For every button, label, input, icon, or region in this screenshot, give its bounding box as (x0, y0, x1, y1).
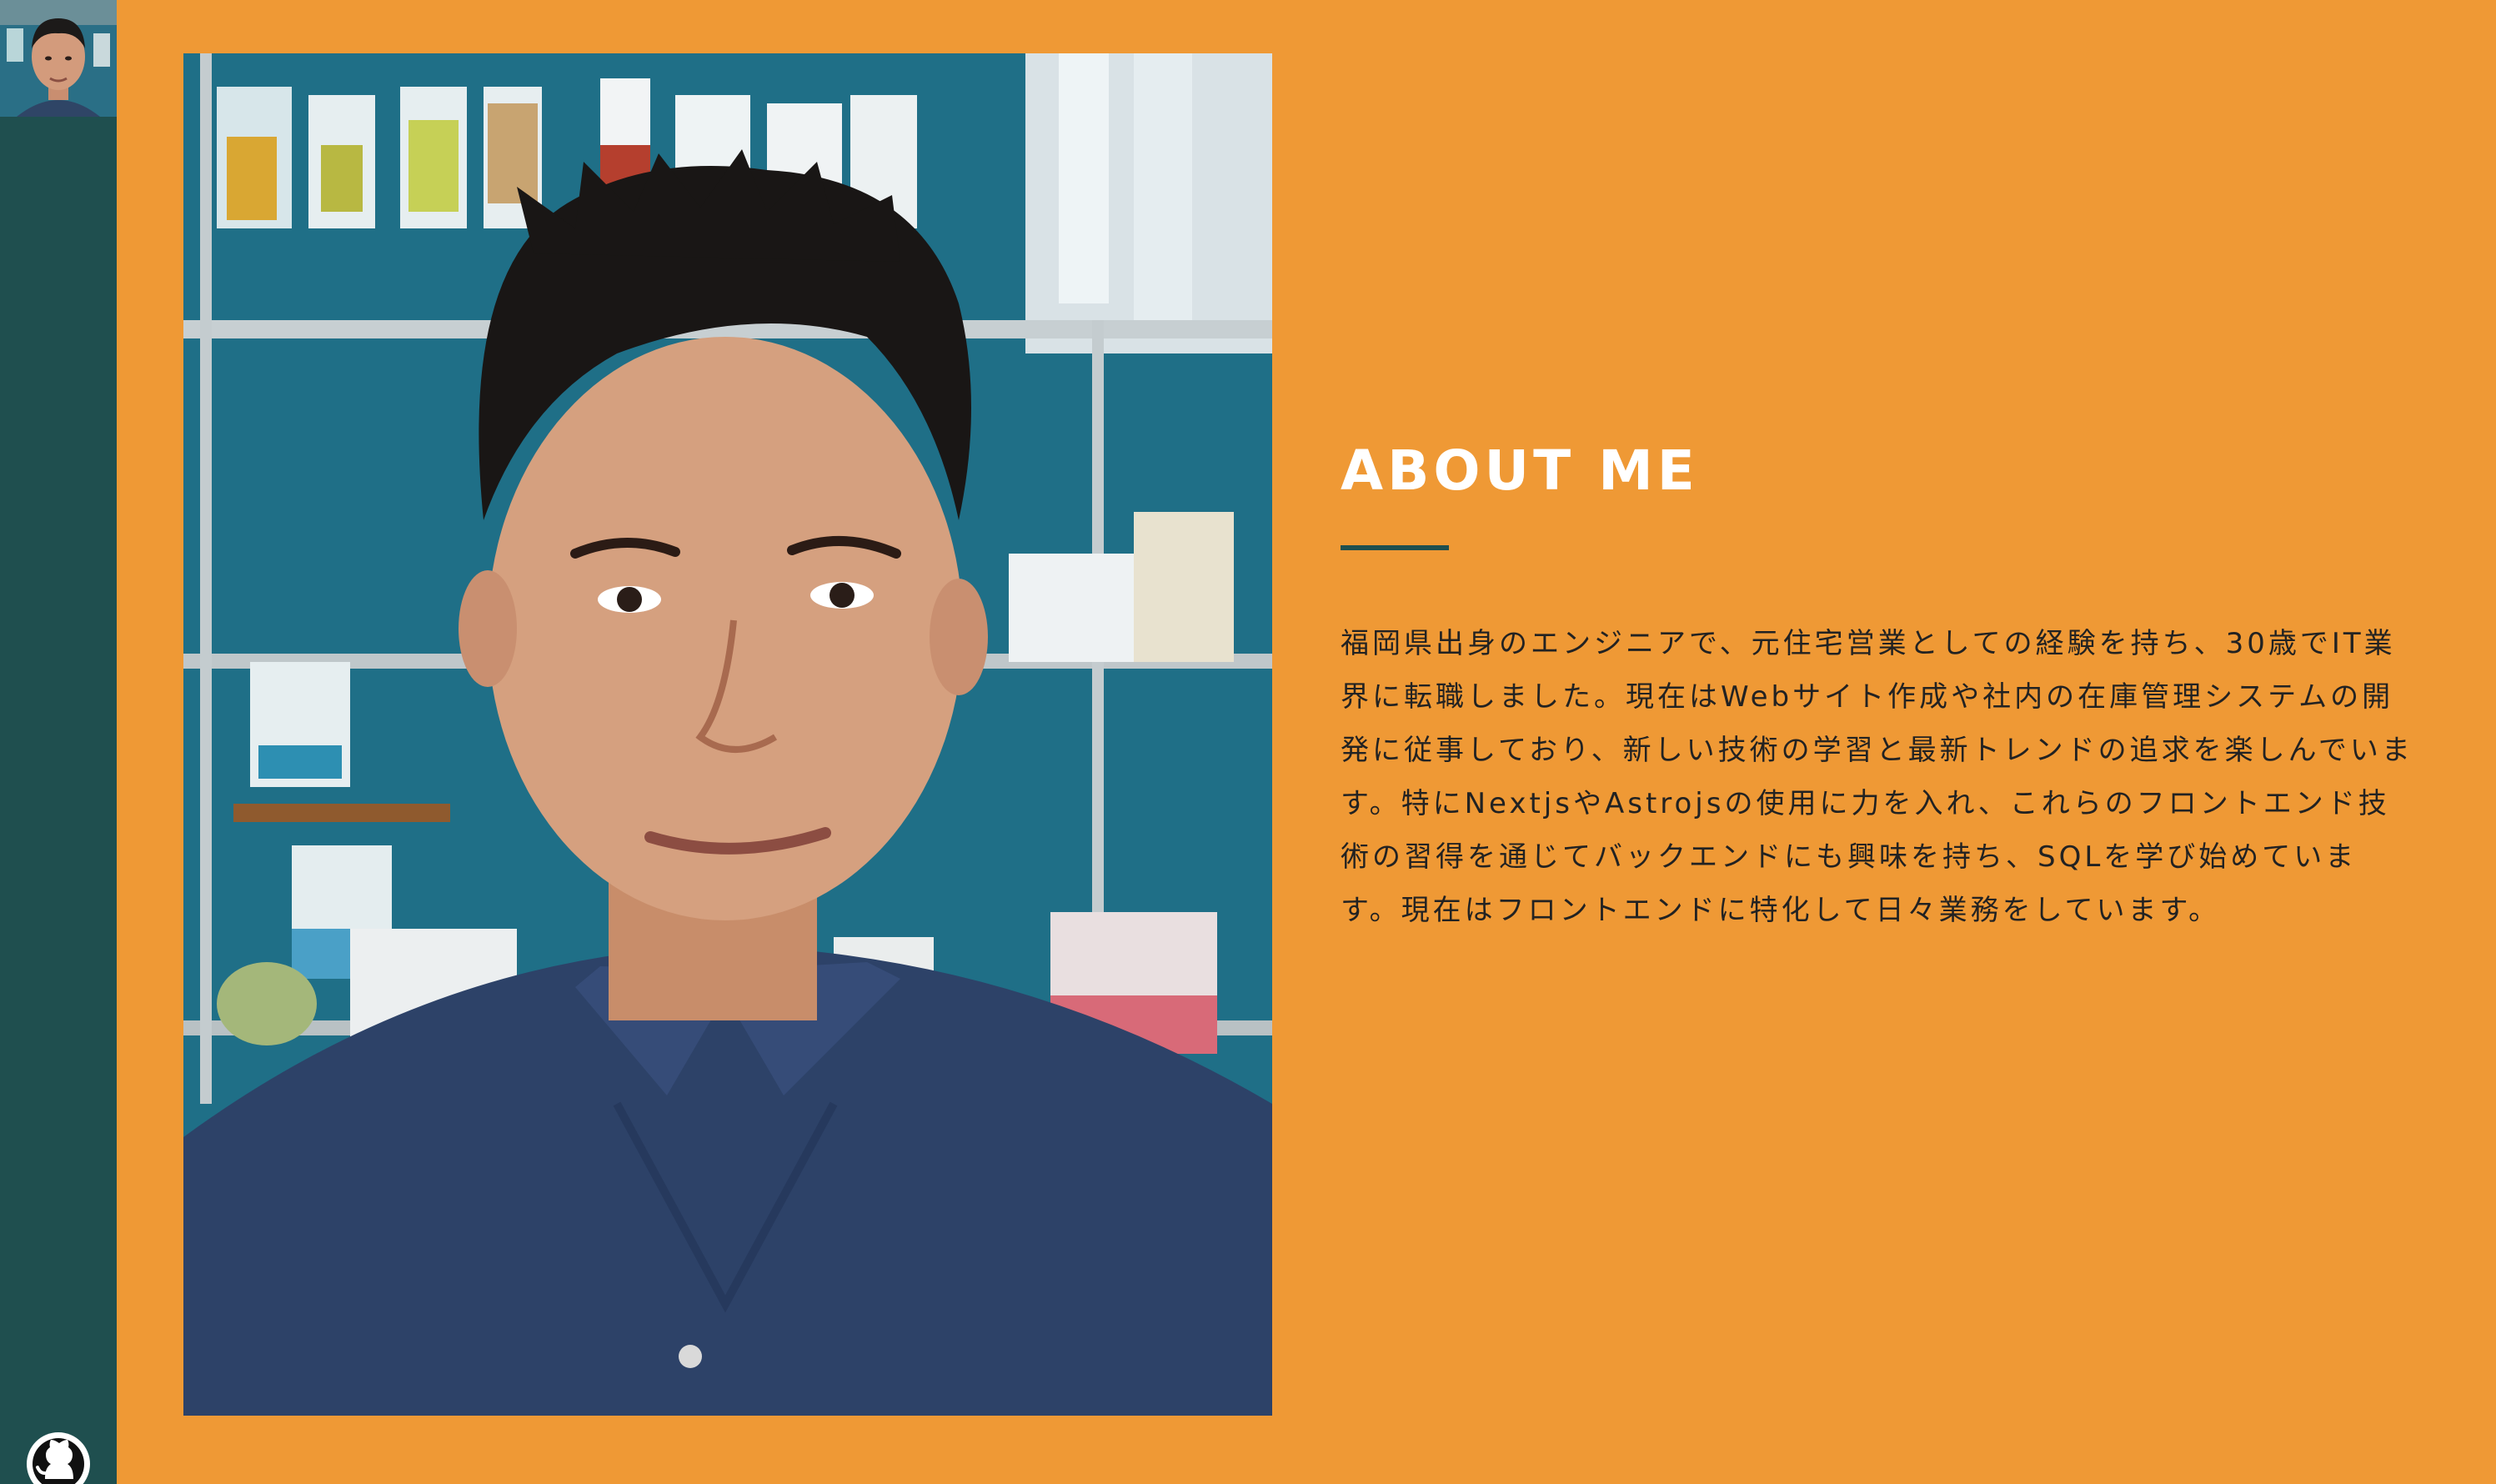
about-title: ABOUT ME (1341, 439, 1699, 503)
github-icon (27, 1432, 90, 1484)
about-content: ABOUT ME 福岡県出身のエンジニアで、元住宅営業としての経験を持ち、30歳… (1341, 434, 2416, 937)
profile-photo-image (183, 53, 1272, 1416)
profile-photo (183, 53, 1272, 1416)
about-description: 福岡県出身のエンジニアで、元住宅営業としての経験を持ち、30歳でIT業界に転職し… (1341, 627, 2413, 927)
avatar[interactable] (0, 0, 117, 117)
sidebar (0, 0, 117, 1484)
github-link[interactable] (25, 1431, 92, 1484)
person-avatar-icon (0, 0, 117, 117)
title-divider (1341, 545, 1449, 550)
about-section: ABOUT ME 福岡県出身のエンジニアで、元住宅営業としての経験を持ち、30歳… (117, 0, 2496, 1484)
